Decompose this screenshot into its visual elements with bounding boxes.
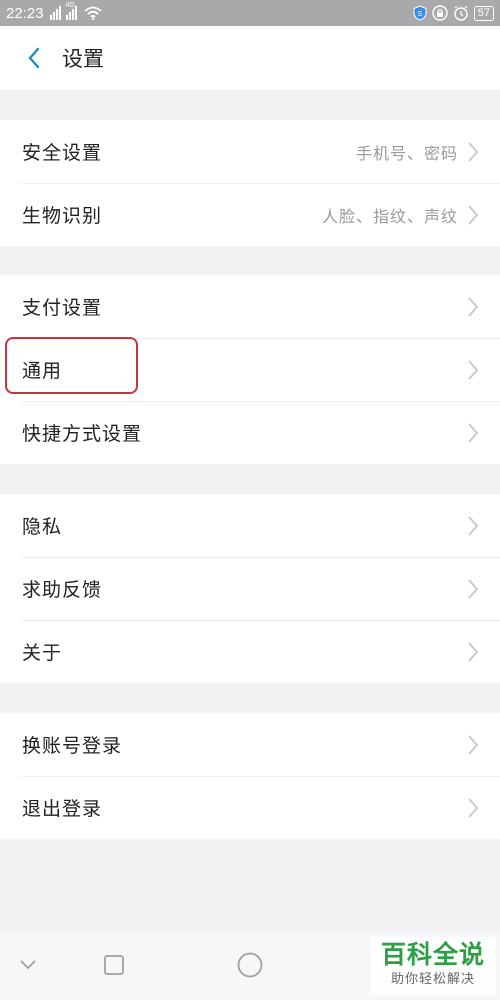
chevron-right-icon — [466, 422, 480, 444]
settings-item-shortcuts[interactable]: 快捷方式设置 — [0, 401, 500, 464]
settings-item-label: 安全设置 — [22, 142, 103, 164]
lock-icon — [432, 5, 448, 21]
settings-item-hint: 手机号、密码 — [355, 143, 458, 163]
settings-item-label: 求助反馈 — [22, 579, 103, 601]
settings-item-label: 隐私 — [22, 516, 63, 538]
settings-item-security[interactable]: 安全设置 手机号、密码 — [0, 120, 500, 183]
settings-group-account: 安全设置 手机号、密码 生物识别 人脸、指纹、声纹 — [0, 120, 500, 246]
nav-collapse-button[interactable] — [18, 954, 38, 974]
battery-indicator: 57 — [473, 5, 494, 21]
chevron-down-icon — [18, 954, 38, 974]
circle-icon — [237, 952, 263, 978]
settings-item-payment[interactable]: 支付设置 — [0, 275, 500, 338]
network-type-label: 4G — [65, 2, 75, 9]
wifi-icon — [83, 6, 102, 20]
settings-item-label: 生物识别 — [22, 205, 103, 227]
signal-icon-2: 4G — [65, 2, 78, 20]
settings-item-general[interactable]: 通用 — [0, 338, 500, 401]
nav-home-button[interactable] — [237, 952, 263, 978]
settings-item-biometrics[interactable]: 生物识别 人脸、指纹、声纹 — [0, 183, 500, 246]
chevron-right-icon — [466, 204, 480, 226]
chevron-right-icon — [466, 641, 480, 663]
settings-item-label: 支付设置 — [22, 297, 103, 319]
settings-item-label: 快捷方式设置 — [22, 423, 143, 445]
chevron-right-icon — [466, 296, 480, 318]
settings-item-label: 换账号登录 — [22, 735, 123, 757]
settings-group-support: 隐私 求助反馈 关于 — [0, 494, 500, 683]
back-arrow-icon[interactable] — [14, 38, 54, 78]
settings-item-feedback[interactable]: 求助反馈 — [0, 557, 500, 620]
status-time: 22:23 — [6, 4, 44, 22]
settings-item-hint: 人脸、指纹、声纹 — [321, 206, 458, 226]
nav-recents-button[interactable] — [103, 954, 125, 976]
watermark-subtitle: 助你轻松解决 — [390, 972, 475, 987]
watermark-logo: 百科全说 助你轻松解决 — [370, 937, 496, 995]
status-bar: 22:23 4G S 57 — [0, 0, 500, 26]
chevron-right-icon — [466, 515, 480, 537]
shield-icon: S — [413, 5, 427, 21]
header-bar: 设置 — [0, 26, 500, 90]
settings-item-switch-account[interactable]: 换账号登录 — [0, 713, 500, 776]
svg-text:S: S — [417, 11, 422, 18]
watermark-title: 百科全说 — [380, 940, 485, 969]
chevron-right-icon — [466, 578, 480, 600]
settings-group-general: 支付设置 通用 快捷方式设置 — [0, 275, 500, 464]
settings-item-label: 通用 — [22, 360, 63, 382]
chevron-right-icon — [466, 359, 480, 381]
signal-icon — [49, 6, 62, 20]
settings-item-privacy[interactable]: 隐私 — [0, 494, 500, 557]
settings-item-about[interactable]: 关于 — [0, 620, 500, 683]
chevron-right-icon — [466, 141, 480, 163]
settings-item-logout[interactable]: 退出登录 — [0, 776, 500, 839]
settings-group-login: 换账号登录 退出登录 — [0, 713, 500, 839]
square-icon — [103, 954, 125, 976]
settings-item-label: 退出登录 — [22, 798, 103, 820]
alarm-icon — [453, 5, 469, 21]
settings-item-label: 关于 — [22, 642, 63, 664]
page-title: 设置 — [62, 47, 104, 71]
chevron-right-icon — [466, 797, 480, 819]
chevron-right-icon — [466, 734, 480, 756]
